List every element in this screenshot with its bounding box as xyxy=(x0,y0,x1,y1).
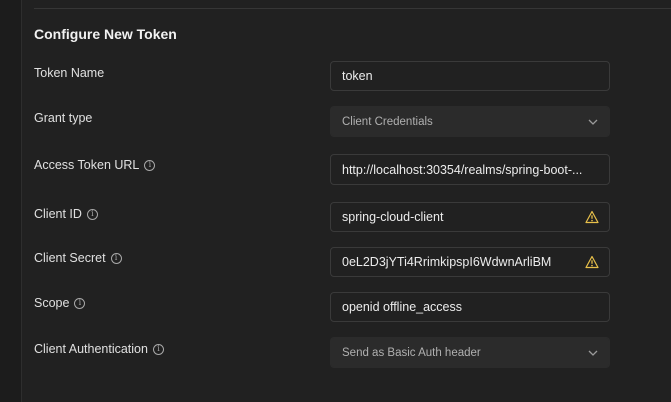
warning-icon[interactable] xyxy=(585,210,599,224)
info-icon[interactable]: i xyxy=(152,343,164,355)
client-secret-row: Client Secret i 0eL2D3jYTi4RrimkipspI6Wd… xyxy=(34,247,610,277)
section-title: Configure New Token xyxy=(34,26,177,42)
info-icon[interactable]: i xyxy=(74,297,86,309)
access-token-url-input[interactable]: http://localhost:30354/realms/spring-boo… xyxy=(330,154,610,185)
scope-value: openid offline_access xyxy=(342,300,462,314)
client-secret-input[interactable]: 0eL2D3jYTi4RrimkipspI6WdwnArliBM xyxy=(330,247,610,277)
client-authentication-label: Client Authentication i xyxy=(34,342,164,356)
client-id-input[interactable]: spring-cloud-client xyxy=(330,202,610,232)
client-authentication-select[interactable]: Send as Basic Auth header xyxy=(330,337,610,368)
grant-type-label-text: Grant type xyxy=(34,111,93,125)
client-id-label: Client ID i xyxy=(34,207,98,221)
token-name-label-text: Token Name xyxy=(34,66,105,80)
access-token-url-value: http://localhost:30354/realms/spring-boo… xyxy=(342,162,583,177)
token-name-value: token xyxy=(342,69,373,83)
client-authentication-value: Send as Basic Auth header xyxy=(342,346,481,359)
chevron-down-icon xyxy=(587,116,599,128)
scope-label-text: Scope xyxy=(34,296,70,310)
info-icon[interactable]: i xyxy=(144,159,156,171)
info-icon[interactable]: i xyxy=(86,208,98,220)
grant-type-row: Grant type Client Credentials xyxy=(34,106,610,137)
scope-row: Scope i openid offline_access xyxy=(34,292,610,322)
grant-type-value: Client Credentials xyxy=(342,115,433,128)
client-authentication-row: Client Authentication i Send as Basic Au… xyxy=(34,337,610,368)
token-name-input[interactable]: token xyxy=(330,61,610,91)
warning-icon[interactable] xyxy=(585,255,599,269)
client-secret-label: Client Secret i xyxy=(34,251,122,265)
client-id-row: Client ID i spring-cloud-client xyxy=(34,202,610,232)
access-token-url-label: Access Token URL i xyxy=(34,158,156,172)
grant-type-select[interactable]: Client Credentials xyxy=(330,106,610,137)
grant-type-label: Grant type xyxy=(34,111,92,125)
client-secret-value: 0eL2D3jYTi4RrimkipspI6WdwnArliBM xyxy=(342,255,552,269)
token-name-row: Token Name token xyxy=(34,61,610,91)
client-id-value: spring-cloud-client xyxy=(342,210,444,224)
client-id-label-text: Client ID xyxy=(34,207,82,221)
scope-input[interactable]: openid offline_access xyxy=(330,292,610,322)
configure-token-panel: Configure New Token Token Name token Gra… xyxy=(34,0,671,402)
token-name-label: Token Name xyxy=(34,66,104,80)
chevron-down-icon xyxy=(587,347,599,359)
scope-label: Scope i xyxy=(34,296,86,310)
info-icon[interactable]: i xyxy=(110,252,122,264)
left-gutter xyxy=(0,0,22,402)
client-authentication-label-text: Client Authentication xyxy=(34,342,148,356)
client-secret-label-text: Client Secret xyxy=(34,251,106,265)
access-token-url-label-text: Access Token URL xyxy=(34,158,140,172)
access-token-url-row: Access Token URL i http://localhost:3035… xyxy=(34,154,610,185)
